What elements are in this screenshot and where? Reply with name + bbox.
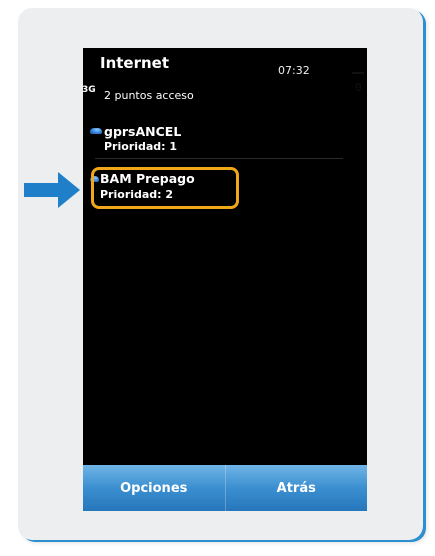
options-softkey[interactable]: Opciones bbox=[83, 465, 225, 511]
side-indicator-mark bbox=[352, 72, 364, 74]
phone-screen: Internet 07:32 3G 2 puntos acceso gprsAN… bbox=[83, 48, 367, 511]
side-indicator-value: 0 bbox=[355, 81, 362, 94]
access-point-icon bbox=[90, 128, 102, 134]
list-divider bbox=[95, 158, 343, 159]
access-point-priority: Prioridad: 1 bbox=[104, 140, 178, 153]
pointer-arrow-icon bbox=[24, 172, 80, 208]
screen-title: Internet bbox=[100, 54, 170, 72]
selection-highlight bbox=[91, 167, 239, 209]
access-points-count: 2 puntos acceso bbox=[104, 89, 194, 102]
access-point-name: gprsANCEL bbox=[104, 124, 182, 139]
signal-indicator: 3G bbox=[83, 85, 96, 95]
softkey-bar: Opciones Atrás bbox=[83, 465, 367, 511]
clock: 07:32 bbox=[278, 64, 310, 77]
back-softkey[interactable]: Atrás bbox=[226, 465, 368, 511]
